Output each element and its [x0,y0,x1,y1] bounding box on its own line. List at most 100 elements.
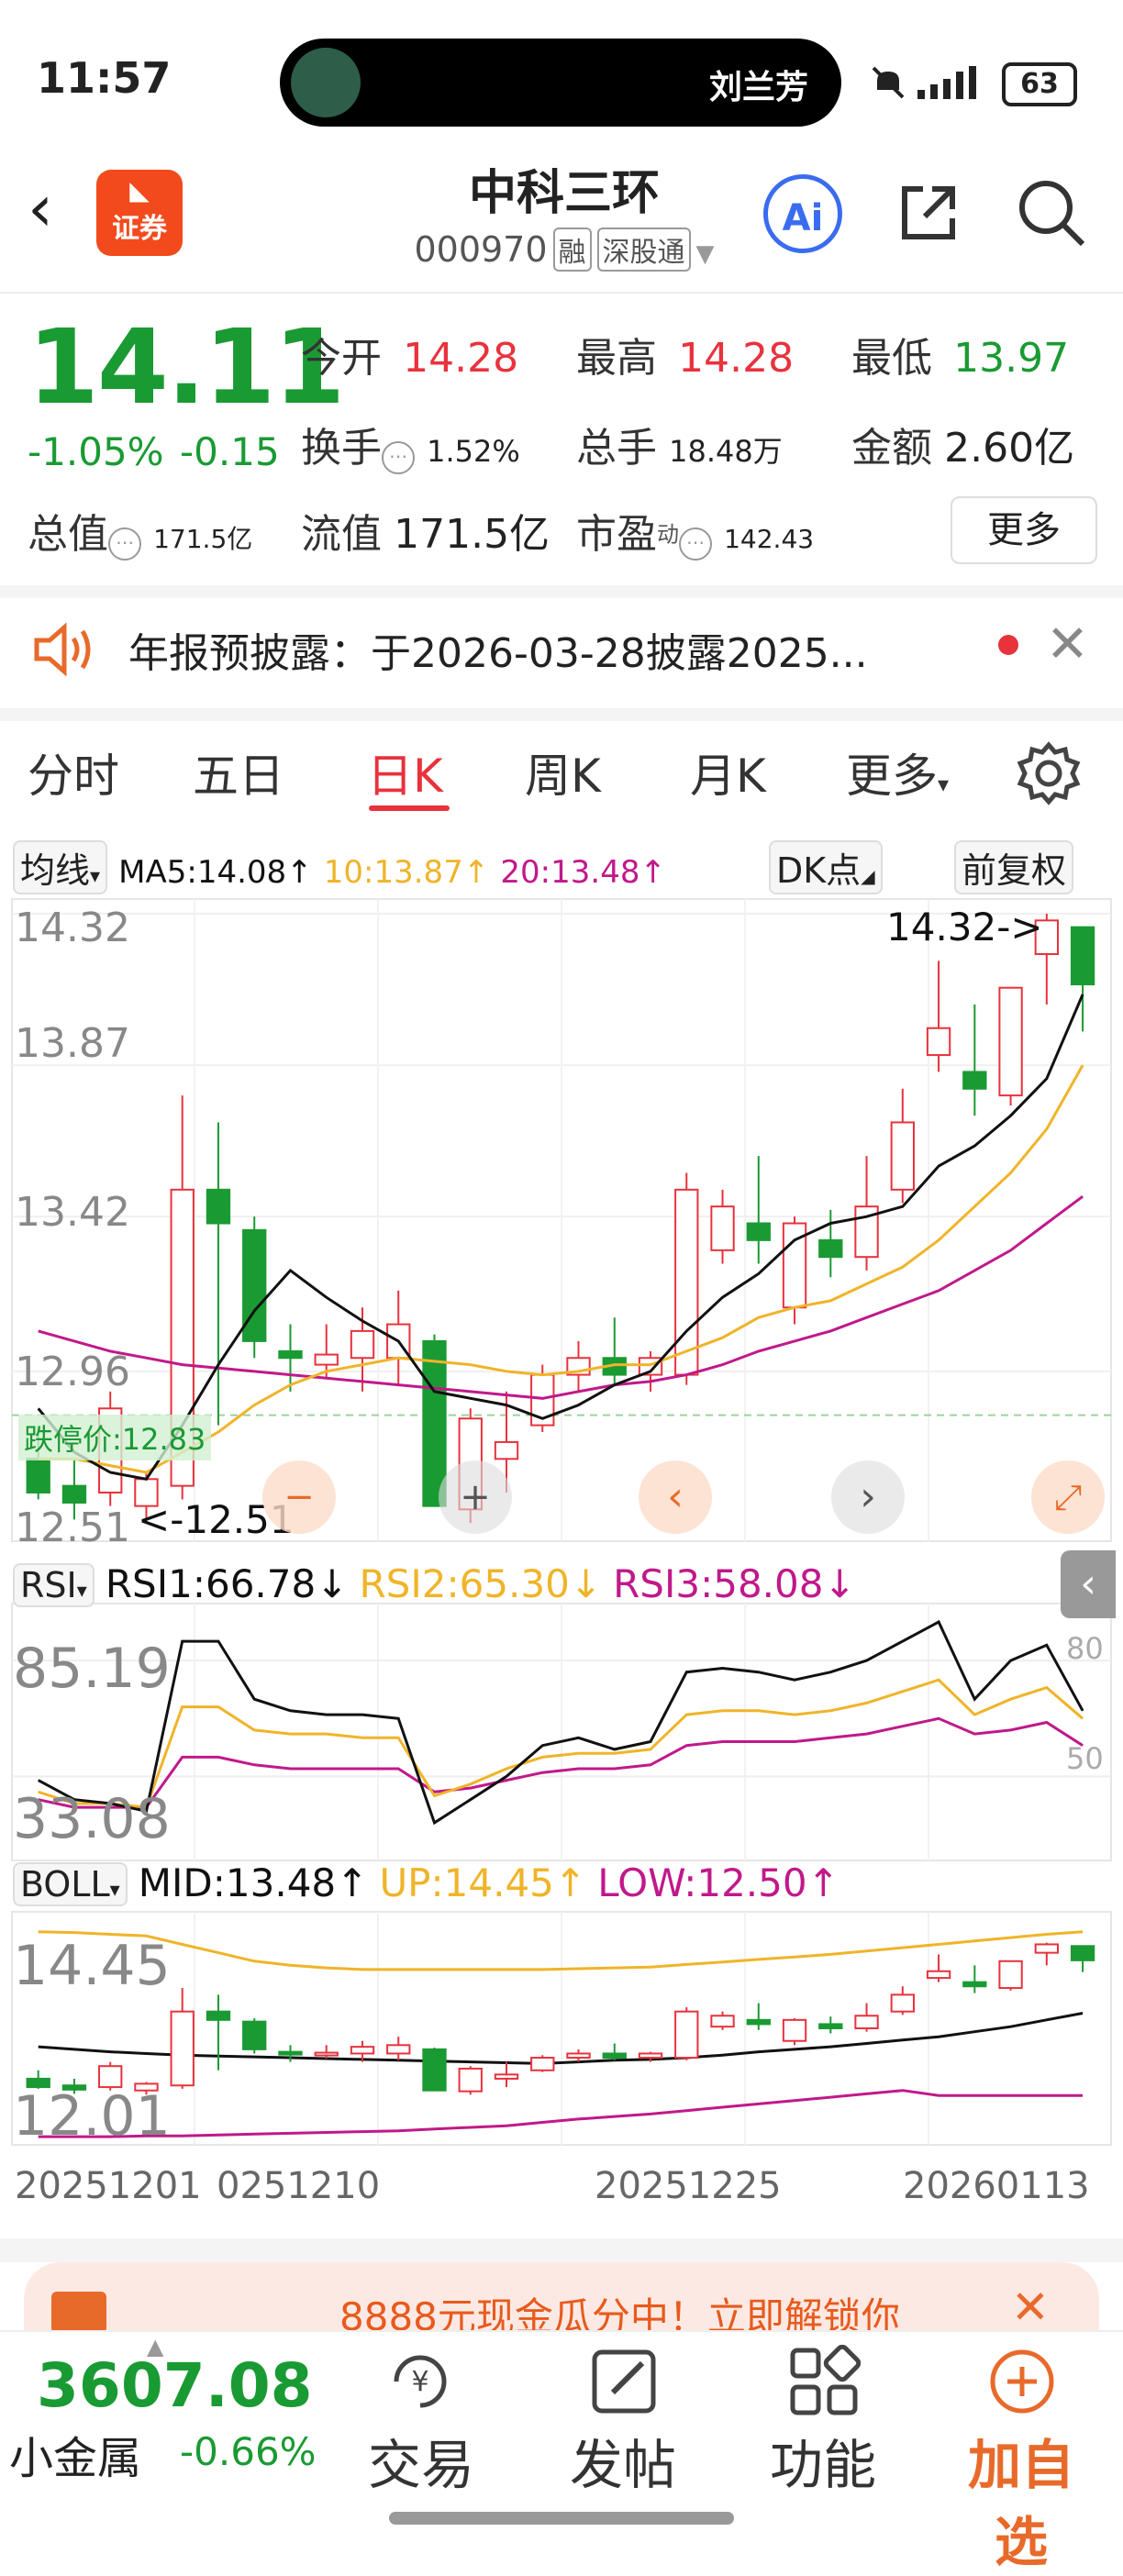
trade-icon[interactable]: ¥ [384,2345,457,2418]
rsi-axis-top: 85.19 [13,1637,171,1701]
home-indicator[interactable] [389,2512,734,2525]
candle-body [170,2010,195,2087]
tab-intraday[interactable]: 分时 [28,739,119,805]
zoom-out-button[interactable]: − [262,1460,336,1534]
rsi-selector[interactable]: RSI▾ [13,1563,95,1607]
ma-selector[interactable]: 均线▾ [13,840,108,894]
candle-body [818,1238,843,1259]
post-button[interactable]: 发帖 [545,2422,701,2499]
gear-icon[interactable] [1017,741,1081,805]
high-label: 最高 [576,335,657,382]
date-label: 20251225 [595,2165,782,2207]
index-value[interactable]: 3607.08 [37,2350,313,2421]
boll-chart [26,1930,1095,2138]
tab-more[interactable]: 更多▾ [846,739,949,805]
date-label: 0251210 [217,2165,381,2207]
volume-label: 总手 [576,425,657,472]
boll-selector[interactable]: BOLL▾ [13,1862,128,1906]
boll-axis-top: 14.45 [13,1934,171,1998]
add-watchlist-icon[interactable] [985,2345,1059,2418]
zoom-in-button[interactable]: + [439,1460,512,1534]
rsi-ref-low: 50 [1066,1741,1104,1776]
market-cap-value: 171.5亿 [153,524,253,554]
connect-tag: 深股通 [596,228,691,272]
trade-button[interactable]: 交易 [343,2422,499,2499]
low-value: 13.97 [953,335,1070,382]
axis-label: 13.42 [15,1189,130,1236]
float-cap-value: 171.5亿 [394,511,550,558]
high-value: 14.28 [678,335,795,382]
tab-monthly-k[interactable]: 月K [690,739,766,805]
post-icon[interactable] [587,2345,661,2418]
candle-body [314,1353,339,1366]
close-icon[interactable]: ✕ [1046,615,1089,674]
candle-body [710,1205,735,1251]
amount-stat: 金额 2.60亿 [851,415,1074,473]
back-button[interactable]: ‹ [28,176,53,240]
contact-avatar [291,48,361,117]
broker-logo[interactable]: ◣ 证券 [96,170,183,256]
ma5-value: MA5:14.08↑ [118,854,313,891]
announcement-text[interactable]: 年报预披露：于2026-03-28披露2025... [128,620,868,679]
stock-code: 000970 [414,229,548,270]
ma-legend: 均线▾ MA5:14.08↑ 10:13.87↑ 20:13.48↑ [13,840,666,894]
margin-tag: 融 [552,228,592,272]
rsi3-value: RSI3:58.08↓ [613,1561,856,1606]
candle-body [890,1993,915,2013]
contact-name: 刘兰芳 [708,69,808,106]
change-percent: -1.05% [28,429,164,474]
candle-body [278,1349,303,1360]
tab-daily-k[interactable]: 日K [367,739,443,805]
candle-body [674,2010,699,2060]
current-price: 14.11 [28,308,345,427]
candle-body [494,1440,519,1460]
functions-icon[interactable] [787,2345,861,2418]
amount-value: 2.60亿 [944,425,1075,472]
close-icon[interactable]: ✕ [1011,2281,1050,2334]
unread-dot [998,635,1018,655]
boll-axis-bottom: 12.01 [13,2084,171,2149]
rsi-selector-label: RSI [20,1565,77,1605]
float-cap-stat: 流值 171.5亿 [301,501,550,560]
pe-value: 142.43 [724,524,815,554]
open-stat: 今开 14.28 [301,325,518,383]
tab-weekly-k[interactable]: 周K [525,739,601,805]
ma20-value: 20:13.48↑ [500,854,666,891]
more-stats-button[interactable]: 更多 [951,496,1097,564]
open-value: 14.28 [403,335,519,382]
add-watchlist-button[interactable]: 加自选 [943,2422,1099,2576]
index-name[interactable]: 小金属 [9,2422,141,2486]
max-price-note: 14.32-> [886,905,1043,949]
axis-label-top: 14.32 [15,905,130,951]
stock-subtitle: 000970 融深股通 ▼ [275,228,853,272]
turnover-stat: 换手 ⋯ 1.52% [301,415,520,474]
candle-body [26,1458,50,1493]
fullscreen-icon[interactable]: ⤢ [1031,1460,1105,1534]
tab-five-day[interactable]: 五日 [193,739,284,805]
candle-body [242,2020,267,2050]
scroll-right-button[interactable]: › [831,1460,905,1534]
functions-button[interactable]: 功能 [745,2422,901,2499]
info-icon[interactable]: ⋯ [108,527,141,561]
low-stat: 最低 13.97 [851,325,1069,383]
broker-logo-text: 证券 [112,213,167,245]
change-amount: -0.15 [180,429,280,474]
kline-chart[interactable] [11,897,1112,2200]
info-icon[interactable]: ⋯ [679,527,712,561]
ai-assistant-button[interactable]: Ai [763,174,842,253]
scroll-left-button[interactable]: ‹ [639,1460,712,1534]
share-icon[interactable] [895,180,962,246]
candle-body [638,2052,663,2060]
collapse-panel-button[interactable]: ‹ [1061,1550,1116,1618]
axis-label: 13.87 [15,1020,130,1067]
market-cap-label: 总值 [28,511,108,558]
info-icon[interactable]: ⋯ [382,440,415,474]
dk-point-button[interactable]: DK点◢ [769,840,883,894]
pe-sup: 动 [657,521,679,548]
chevron-down-icon[interactable]: ▼ [696,240,715,268]
search-icon[interactable] [1015,176,1088,250]
battery-indicator: 63 [1002,62,1077,106]
adjust-button[interactable]: 前复权 [954,840,1074,894]
market-cap-stat: 总值 ⋯ 171.5亿 [28,501,252,561]
dynamic-island[interactable]: 刘兰芳 [280,39,841,127]
